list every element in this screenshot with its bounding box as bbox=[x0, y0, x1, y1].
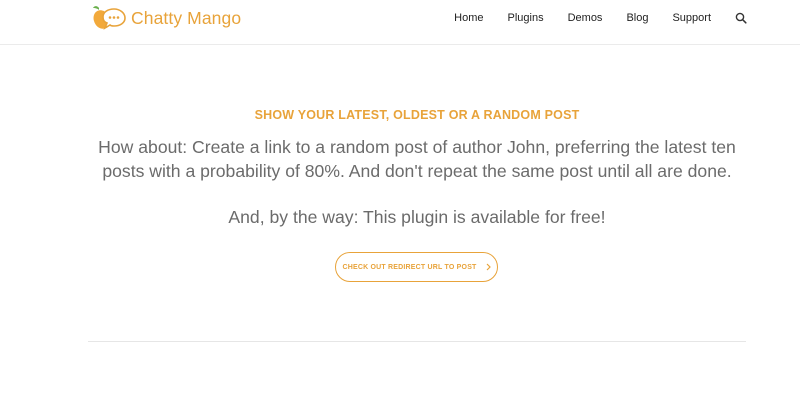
nav-item-home[interactable]: Home bbox=[454, 12, 483, 24]
mango-chat-bubble-icon bbox=[93, 6, 126, 30]
nav-item-blog[interactable]: Blog bbox=[626, 12, 648, 24]
nav-item-plugins[interactable]: Plugins bbox=[508, 12, 544, 24]
search-icon[interactable] bbox=[735, 12, 747, 24]
free-plugin-note: And, by the way: This plugin is availabl… bbox=[228, 207, 606, 227]
section-heading: SHOW YOUR LATEST, OLDEST OR A RANDOM POS… bbox=[254, 108, 580, 122]
lead-paragraph: How about: Create a link to a random pos… bbox=[98, 137, 736, 181]
chevron-right-icon bbox=[486, 263, 491, 271]
cta-label: CHECK OUT REDIRECT URL TO POST bbox=[342, 263, 477, 271]
nav-item-support[interactable]: Support bbox=[672, 12, 711, 24]
check-out-redirect-button[interactable]: CHECK OUT REDIRECT URL TO POST bbox=[335, 252, 498, 282]
site-logo[interactable]: Chatty Mango bbox=[92, 5, 241, 31]
main-nav: Home Plugins Demos Blog Support bbox=[454, 0, 747, 36]
site-header: Chatty Mango Home Plugins Demos Blog Sup… bbox=[0, 0, 800, 45]
section-divider bbox=[88, 341, 746, 342]
nav-item-demos[interactable]: Demos bbox=[568, 12, 603, 24]
brand-name: Chatty Mango bbox=[131, 7, 242, 28]
